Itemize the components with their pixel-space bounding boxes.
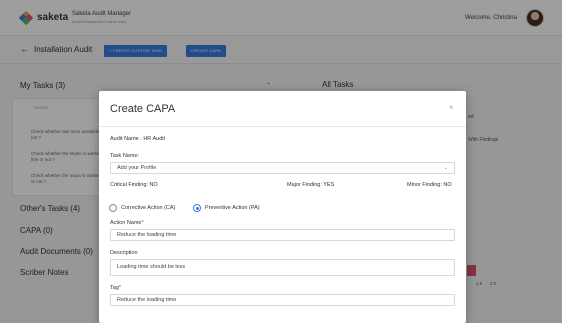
description-textarea[interactable]: Loading time should be less (110, 259, 455, 276)
critical-finding-text: Critical Finding: NO (110, 182, 158, 188)
task-name-dropdown[interactable]: Add your Profile ⌄ (110, 162, 455, 174)
minor-finding-text: Minor Finding: NO (407, 182, 452, 188)
action-name-input[interactable]: Reduce the loading time (110, 229, 455, 241)
required-mark: * (118, 285, 122, 291)
tag-input[interactable]: Reduce the loading time (110, 294, 455, 306)
major-finding-text: Major Finding: YES (287, 182, 335, 188)
corrective-action-radio[interactable] (109, 204, 117, 212)
corrective-action-label[interactable]: Corrective Action (CA) (121, 205, 175, 211)
action-name-label: Action Name* (110, 220, 144, 226)
audit-name-value: HR Audit (143, 136, 166, 142)
create-capa-dialog: Create CAPA × Audit Name : HR Audit Task… (99, 91, 466, 323)
chevron-down-icon: ⌄ (443, 165, 448, 171)
audit-name-label: Audit Name : HR Audit (110, 136, 165, 142)
task-name-label: Task Name: (110, 153, 140, 159)
tag-label-text: Tag (110, 285, 119, 291)
dialog-header: Create CAPA × (99, 91, 466, 127)
required-mark: * (141, 220, 144, 226)
close-icon[interactable]: × (449, 103, 454, 112)
preventive-action-radio[interactable] (193, 204, 201, 212)
dialog-title: Create CAPA (110, 103, 176, 115)
action-name-label-text: Action Name (110, 220, 142, 226)
tag-label: Tag* (110, 285, 121, 291)
preventive-action-label[interactable]: Preventive Action (PA) (205, 205, 260, 211)
description-label: Description (110, 250, 138, 256)
task-name-value: Add your Profile (117, 165, 157, 171)
audit-name-label-text: Audit Name : (110, 136, 142, 142)
